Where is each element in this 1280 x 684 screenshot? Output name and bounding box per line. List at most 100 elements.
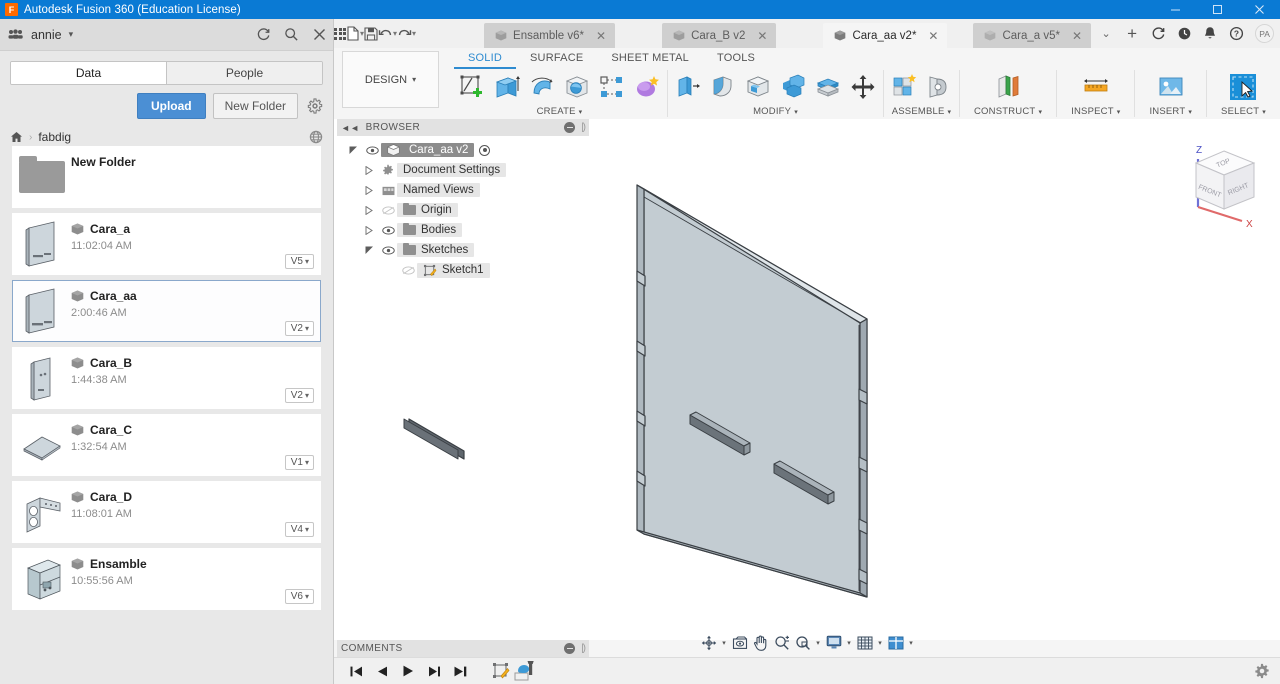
visibility-eye-hidden-icon[interactable] xyxy=(379,206,397,215)
tree-expand-arrow-open[interactable] xyxy=(365,246,379,255)
revolve-icon[interactable] xyxy=(526,71,558,103)
home-icon[interactable] xyxy=(10,131,23,143)
browser-minimize-icon[interactable] xyxy=(564,122,576,133)
tree-node-origin[interactable]: Origin xyxy=(337,200,589,220)
list-item-selected[interactable]: Cara_aa 2:00:46 AM V2 ▾ xyxy=(12,280,321,342)
list-item[interactable]: Cara_C 1:32:54 AM V1 ▾ xyxy=(12,414,321,476)
ribbon-group-insert-label[interactable]: INSERT ▾ xyxy=(1149,106,1192,117)
browser-tree[interactable]: Cara_aa v2 Document Settings Named Views… xyxy=(337,136,589,280)
combine-icon[interactable] xyxy=(777,71,809,103)
document-tab-close-icon[interactable]: ✕ xyxy=(1072,29,1082,43)
tree-node-document-settings[interactable]: Document Settings xyxy=(337,160,589,180)
ribbon-tab-tools[interactable]: TOOLS xyxy=(703,50,769,69)
ribbon-group-select-label[interactable]: SELECT ▾ xyxy=(1221,106,1266,117)
notifications-bell-icon[interactable] xyxy=(1197,19,1223,48)
version-badge[interactable]: V2 ▾ xyxy=(284,388,314,403)
document-tab-close-icon[interactable]: ✕ xyxy=(928,29,938,43)
tab-data[interactable]: Data xyxy=(11,62,167,84)
window-maximize-button[interactable] xyxy=(1196,0,1238,19)
app-grid-icon[interactable] xyxy=(334,19,346,48)
new-sketch-icon[interactable] xyxy=(456,71,488,103)
document-tab-cara-aa[interactable]: Cara_aa v2* ✕ xyxy=(823,23,948,48)
hub-name[interactable]: annie xyxy=(31,28,62,42)
close-panel-icon[interactable] xyxy=(305,19,333,51)
grid-chevron-down-icon[interactable]: ▾ xyxy=(876,639,885,647)
joint-icon[interactable] xyxy=(923,71,955,103)
document-tab-ensamble[interactable]: Ensamble v6* ✕ xyxy=(484,23,616,48)
ribbon-group-create-label[interactable]: CREATE ▾ xyxy=(537,106,583,117)
tree-node-root[interactable]: Cara_aa v2 xyxy=(337,140,589,160)
viewports-icon[interactable] xyxy=(886,632,906,654)
press-pull-icon[interactable] xyxy=(672,71,704,103)
go-to-beginning-icon[interactable] xyxy=(346,661,366,681)
tree-expand-arrow-open[interactable] xyxy=(349,146,363,155)
visibility-eye-icon[interactable] xyxy=(379,226,397,235)
ribbon-group-modify-label[interactable]: MODIFY ▾ xyxy=(753,106,798,117)
collapse-left-icon[interactable]: ◄◄ xyxy=(341,123,360,133)
version-badge[interactable]: V5 ▾ xyxy=(284,254,314,269)
create-form-icon[interactable] xyxy=(631,71,663,103)
document-tab-cara-a[interactable]: Cara_a v5* ✕ xyxy=(973,23,1092,48)
shell-icon[interactable] xyxy=(742,71,774,103)
search-icon[interactable] xyxy=(277,19,305,51)
tree-node-sketch1[interactable]: Sketch1 xyxy=(337,260,589,280)
window-close-button[interactable] xyxy=(1238,0,1280,19)
breadcrumb-current-folder[interactable]: fabdig xyxy=(38,130,71,144)
save-icon[interactable] xyxy=(364,19,378,48)
move-copy-icon[interactable] xyxy=(847,71,879,103)
refresh-icon[interactable] xyxy=(249,19,277,51)
redo-chevron-down-icon[interactable]: ▾ xyxy=(412,29,416,38)
pattern-icon[interactable] xyxy=(596,71,628,103)
visibility-eye-hidden-icon[interactable] xyxy=(399,266,417,275)
sphere-icon[interactable] xyxy=(561,71,593,103)
version-badge[interactable]: V6 ▾ xyxy=(284,589,314,604)
orbit-icon[interactable] xyxy=(699,632,719,654)
zoom-window-icon[interactable] xyxy=(793,632,813,654)
extrude-feature-icon[interactable] xyxy=(512,659,536,683)
version-badge[interactable]: V2 ▾ xyxy=(284,321,314,336)
globe-icon[interactable] xyxy=(309,130,323,144)
step-back-icon[interactable] xyxy=(372,661,392,681)
view-cube[interactable]: Z X TOP FRONT RIGHT xyxy=(1176,137,1268,229)
tab-overflow-chevron-icon[interactable]: ⌄ xyxy=(1093,19,1119,48)
grid-snap-icon[interactable] xyxy=(855,632,875,654)
tree-expand-arrow[interactable] xyxy=(365,205,379,215)
play-icon[interactable] xyxy=(398,661,418,681)
offset-plane-icon[interactable] xyxy=(992,71,1024,103)
version-badge[interactable]: V1 ▾ xyxy=(284,455,314,470)
upload-button[interactable]: Upload xyxy=(136,93,206,119)
ribbon-group-assemble-label[interactable]: ASSEMBLE ▾ xyxy=(892,106,952,117)
tree-expand-arrow[interactable] xyxy=(365,185,379,195)
document-tab-close-icon[interactable]: ✕ xyxy=(757,29,767,43)
select-window-icon[interactable] xyxy=(1227,71,1259,103)
viewports-chevron-down-icon[interactable]: ▾ xyxy=(907,639,916,647)
display-settings-icon[interactable] xyxy=(824,632,844,654)
extrude-icon[interactable] xyxy=(491,71,523,103)
zoom-chevron-down-icon[interactable]: ▾ xyxy=(814,639,823,647)
document-tab-cara-b[interactable]: Cara_B v2 ✕ xyxy=(662,23,777,48)
go-to-end-icon[interactable] xyxy=(450,661,470,681)
look-at-icon[interactable] xyxy=(730,632,750,654)
timeline-settings-gear-icon[interactable] xyxy=(1254,663,1270,679)
data-file-list[interactable]: New Folder Cara_a 11:02:04 AM V5 ▾ Cara_… xyxy=(0,146,333,684)
ribbon-group-inspect-label[interactable]: INSPECT ▾ xyxy=(1071,106,1120,117)
list-item[interactable]: New Folder xyxy=(12,146,321,208)
version-badge[interactable]: V4 ▾ xyxy=(284,522,314,537)
browser-resize-grip-icon[interactable]: |) xyxy=(581,122,586,133)
recent-icon[interactable] xyxy=(1171,19,1197,48)
insert-image-icon[interactable] xyxy=(1155,71,1187,103)
orbit-chevron-down-icon[interactable]: ▾ xyxy=(720,639,729,647)
tab-people[interactable]: People xyxy=(167,62,322,84)
fillet-icon[interactable] xyxy=(707,71,739,103)
measure-icon[interactable] xyxy=(1080,71,1112,103)
tree-node-sketches[interactable]: Sketches xyxy=(337,240,589,260)
ribbon-tab-sheet-metal[interactable]: SHEET METAL xyxy=(597,50,703,69)
new-tab-button[interactable]: + xyxy=(1119,19,1145,48)
tree-expand-arrow[interactable] xyxy=(365,225,379,235)
tree-expand-arrow[interactable] xyxy=(365,165,379,175)
file-icon[interactable] xyxy=(346,19,360,48)
hub-chevron-down-icon[interactable]: ▾ xyxy=(69,29,74,40)
help-icon[interactable]: ? xyxy=(1223,19,1249,48)
new-folder-button[interactable]: New Folder xyxy=(212,93,298,119)
list-item[interactable]: Cara_a 11:02:04 AM V5 ▾ xyxy=(12,213,321,275)
